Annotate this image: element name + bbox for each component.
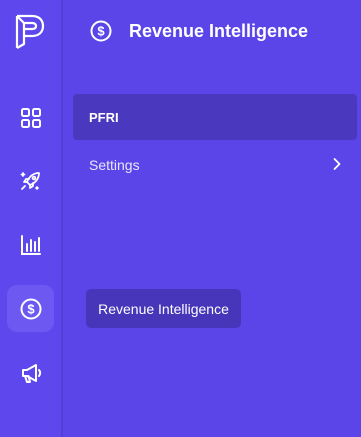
rail-item-launch[interactable] — [7, 157, 54, 204]
rail-item-analytics[interactable] — [7, 221, 54, 268]
menu-item-label: Settings — [89, 157, 140, 173]
chevron-right-icon — [333, 158, 341, 170]
panel-title: Revenue Intelligence — [129, 20, 309, 41]
logo-icon — [15, 14, 45, 49]
app-logo[interactable] — [12, 11, 48, 53]
megaphone-icon — [21, 363, 41, 383]
rail-item-revenue[interactable]: $ — [7, 285, 54, 332]
rail-tooltip: Revenue Intelligence — [86, 289, 241, 328]
svg-text:$: $ — [27, 301, 35, 316]
icon-rail: $ — [0, 0, 63, 437]
rail-item-campaigns[interactable] — [7, 349, 54, 396]
rail-item-dashboard[interactable] — [7, 94, 54, 141]
dollar-circle-icon: $ — [20, 298, 41, 319]
menu-item-label: PFRI — [89, 109, 119, 125]
rocket-sparkle-icon — [20, 171, 40, 190]
panel-header: $ Revenue Intelligence — [89, 17, 308, 45]
menu-item-pfri[interactable]: PFRI — [73, 94, 357, 140]
bar-chart-icon — [20, 234, 41, 255]
svg-text:$: $ — [97, 24, 105, 39]
dollar-circle-icon: $ — [90, 20, 112, 42]
grid-icon — [20, 107, 41, 128]
menu-item-settings[interactable]: Settings — [73, 143, 357, 187]
revenue-panel: $ Revenue Intelligence PFRI Settings — [63, 0, 361, 437]
